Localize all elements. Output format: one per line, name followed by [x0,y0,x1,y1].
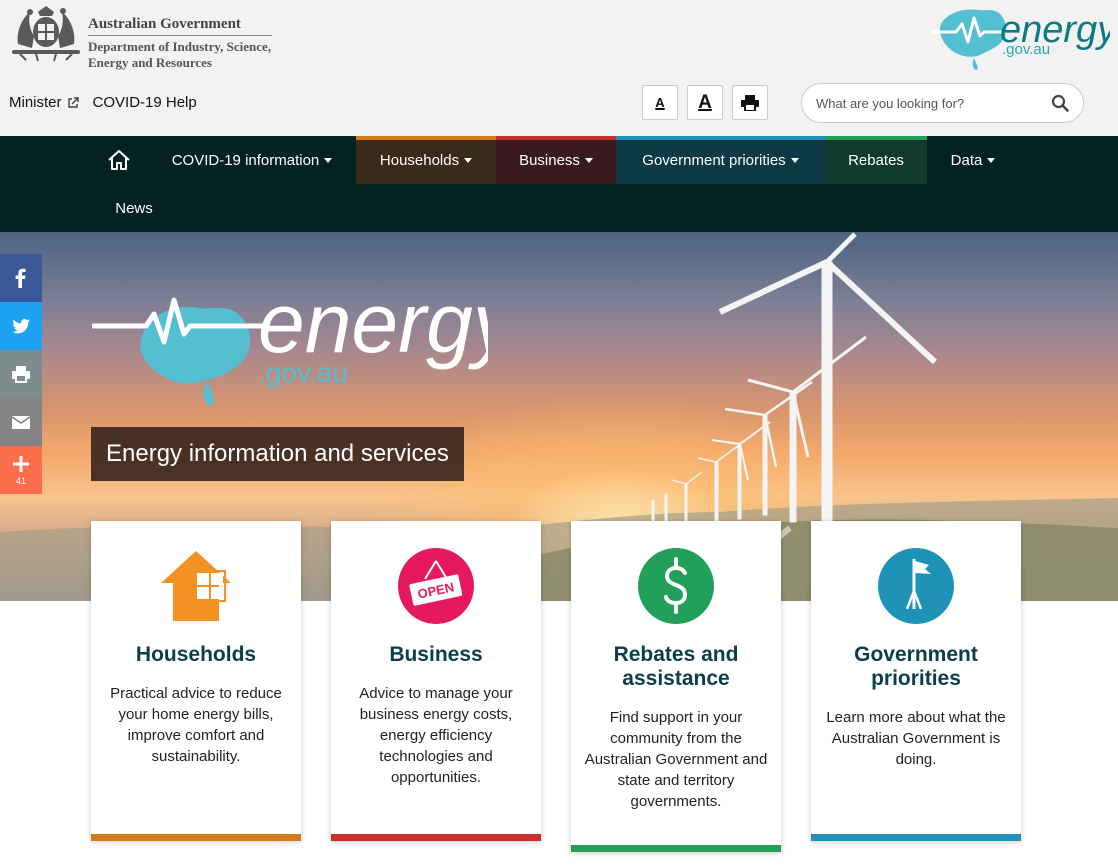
decrease-text-icon: A [655,95,665,110]
house-icon [161,551,231,621]
nav-rebates[interactable]: Rebates [825,136,927,184]
gov-line-1: Australian Government [88,16,241,32]
gov-line-2: Department of Industry, Science, [88,39,272,54]
search-box [801,83,1084,123]
nav-rebates-label: Rebates [848,151,904,169]
card-rebates-accent [571,845,781,852]
decrease-text-button[interactable]: A [642,85,678,120]
nav-government-priorities-label: Government priorities [642,151,786,169]
nav-data-label: Data [950,151,983,169]
card-government-priorities-accent [811,834,1021,841]
card-business-title: Business [389,643,483,666]
nav-households-label: Households [379,151,460,169]
covid-help-link[interactable]: COVID-19 Help [93,94,197,111]
search-input[interactable] [816,95,1051,111]
gov-divider [88,35,272,36]
chevron-down-icon [584,158,593,163]
minister-link[interactable]: Minister [9,94,79,111]
nav-government-priorities-accent [616,136,825,140]
increase-text-button[interactable]: A [687,85,723,120]
covid-help-label: COVID-19 Help [92,94,197,111]
share-facebook-button[interactable] [0,254,42,302]
card-rebates-title: Rebates and assistance [613,643,739,690]
share-email-button[interactable] [0,398,42,446]
card-business-accent [331,834,541,841]
email-icon [11,416,31,429]
hero-logo-word: energy [258,276,488,370]
brand-domain: .gov.au [1002,41,1050,58]
card-business[interactable]: OPEN Business Advice to manage your busi… [331,521,541,841]
card-households-title: Households [135,643,257,666]
card-households[interactable]: Households Practical advice to reduce yo… [91,521,301,841]
energy-brand-logo[interactable]: energy .gov.au [930,2,1110,72]
nav-covid-information[interactable]: COVID-19 information [160,136,344,184]
increase-text-icon: A [698,91,712,113]
chevron-down-icon [790,158,799,163]
share-count: 41 [15,476,26,486]
card-households-description: Practical advice to reduce your home ene… [110,685,282,765]
chevron-down-icon [987,158,996,163]
flag-icon [878,548,954,624]
chevron-down-icon [324,158,333,163]
card-government-priorities[interactable]: Government priorities Learn more about w… [811,521,1021,841]
nav-business-accent [496,136,616,140]
print-button[interactable] [732,85,768,120]
nav-business-label: Business [519,151,580,169]
coat-of-arms-icon [12,6,80,62]
nav-covid-label: COVID-19 information [171,151,320,169]
search-icon[interactable] [1051,94,1069,112]
main-navigation: COVID-19 information Households Business… [0,136,1118,232]
government-logo[interactable]: Australian Government Department of Indu… [8,4,278,74]
card-government-priorities-title: Government priorities [854,643,978,690]
share-more-button[interactable]: 41 [0,446,42,494]
share-twitter-button[interactable] [0,302,42,350]
nav-government-priorities[interactable]: Government priorities [616,136,825,184]
gov-line-3: Energy and Resources [88,55,212,70]
printer-icon [741,94,759,111]
nav-business[interactable]: Business [496,136,616,184]
minister-link-label: Minister [9,94,62,111]
nav-households[interactable]: Households [356,136,496,184]
nav-news-label: News [115,199,153,217]
dollar-icon [638,548,714,624]
home-icon [108,150,130,170]
card-government-priorities-description: Learn more about what the Australian Gov… [826,709,1006,768]
hero-tagline: Energy information and services [91,427,464,481]
hero-energy-logo: energy .gov.au [92,276,488,406]
twitter-icon [12,319,30,334]
social-share-bar: 41 [0,254,42,494]
printer-icon [12,366,30,383]
hero-logo-domain: .gov.au [258,357,348,388]
card-households-accent [91,834,301,841]
external-link-icon [67,96,79,108]
share-print-button[interactable] [0,350,42,398]
nav-news[interactable]: News [104,184,164,232]
nav-rebates-accent [825,136,927,140]
site-header: Australian Government Department of Indu… [0,0,1118,136]
card-rebates-assistance[interactable]: Rebates and assistance Find support in y… [571,521,781,852]
card-business-description: Advice to manage your business energy co… [359,685,513,786]
open-sign-icon: OPEN [398,548,474,624]
chevron-down-icon [464,158,473,163]
plus-icon [13,456,29,472]
nav-households-accent [356,136,496,140]
card-rebates-description: Find support in your community from the … [584,709,768,810]
accessibility-tools: A A [642,85,777,120]
nav-home[interactable] [96,136,142,184]
nav-data[interactable]: Data [938,136,1008,184]
facebook-icon [15,268,26,288]
top-links: Minister COVID-19 Help [9,94,211,111]
